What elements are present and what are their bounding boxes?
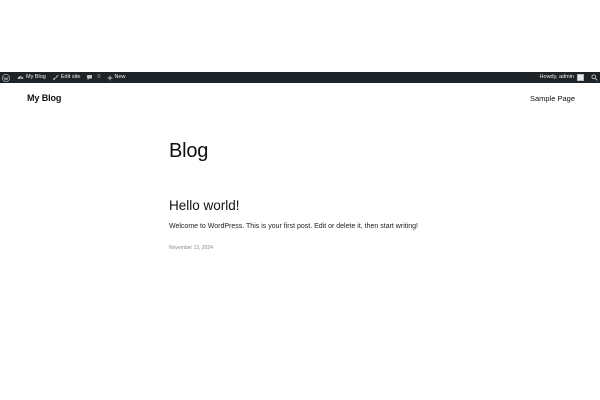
page-title: Blog <box>169 140 209 162</box>
admin-bar-left: My Blog Edit site 0 New <box>0 72 129 83</box>
brush-icon <box>52 74 59 80</box>
site-title[interactable]: My Blog <box>27 93 61 103</box>
comments-link[interactable]: 0 <box>83 72 103 83</box>
avatar <box>577 74 584 81</box>
my-blog-menu[interactable]: My Blog <box>14 72 49 83</box>
wordpress-logo-icon <box>2 73 10 82</box>
howdy-label: Howdy, admin <box>539 74 574 80</box>
post-date[interactable]: November 13, 2024 <box>169 245 213 251</box>
new-label: New <box>114 74 126 80</box>
search-icon <box>591 74 598 81</box>
my-blog-label: My Blog <box>26 74 46 80</box>
main-content: Blog Hello world! Welcome to WordPress. … <box>169 140 469 251</box>
edit-site-link[interactable]: Edit site <box>49 72 84 83</box>
account-menu[interactable]: Howdy, admin <box>537 72 587 83</box>
post-item: Hello world! Welcome to WordPress. This … <box>169 198 469 251</box>
page: My Blog Edit site 0 New Howdy, admin My … <box>0 0 600 400</box>
post-title[interactable]: Hello world! <box>169 198 469 214</box>
site-header: My Blog Sample Page <box>0 83 600 115</box>
admin-bar-search[interactable] <box>587 72 600 83</box>
comments-count: 0 <box>97 74 101 80</box>
nav-link-sample-page[interactable]: Sample Page <box>530 94 575 103</box>
post-excerpt: Welcome to WordPress. This is your first… <box>169 223 418 230</box>
new-content-menu[interactable]: New <box>104 72 129 83</box>
speech-bubble-icon <box>87 75 93 80</box>
plus-icon <box>107 75 112 80</box>
admin-bar: My Blog Edit site 0 New Howdy, admin <box>0 72 600 83</box>
edit-site-label: Edit site <box>60 74 81 80</box>
admin-bar-right: Howdy, admin <box>537 72 600 83</box>
dashboard-gauge-icon <box>17 76 24 80</box>
wordpress-menu[interactable] <box>0 72 14 83</box>
